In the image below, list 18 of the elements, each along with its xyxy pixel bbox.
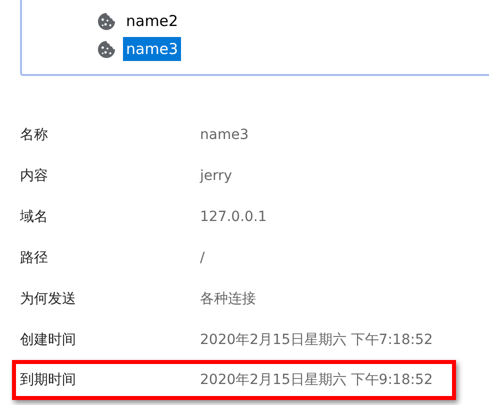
- tree-item[interactable]: name2: [123, 9, 182, 33]
- field-label: 路径: [20, 248, 49, 266]
- field-value: /: [200, 250, 205, 266]
- field-label: 创建时间: [20, 330, 77, 348]
- field-label: 为何发送: [20, 290, 77, 308]
- field-label: 域名: [20, 208, 49, 226]
- field-value: jerry: [200, 168, 232, 184]
- field-label: 内容: [20, 166, 49, 184]
- field-value: 127.0.0.1: [200, 208, 267, 224]
- tree-item[interactable]: name3: [123, 37, 182, 61]
- cookie-icon: [97, 12, 116, 30]
- field-value: 各种连接: [200, 290, 256, 308]
- field-value: 2020年2月15日星期六 下午9:18:52: [200, 371, 433, 389]
- field-value: name3: [200, 126, 249, 142]
- cookie-icon: [97, 40, 116, 58]
- field-label: 名称: [20, 126, 49, 144]
- field-value: 2020年2月15日星期六 下午7:18:52: [200, 330, 433, 348]
- field-label: 到期时间: [20, 371, 77, 389]
